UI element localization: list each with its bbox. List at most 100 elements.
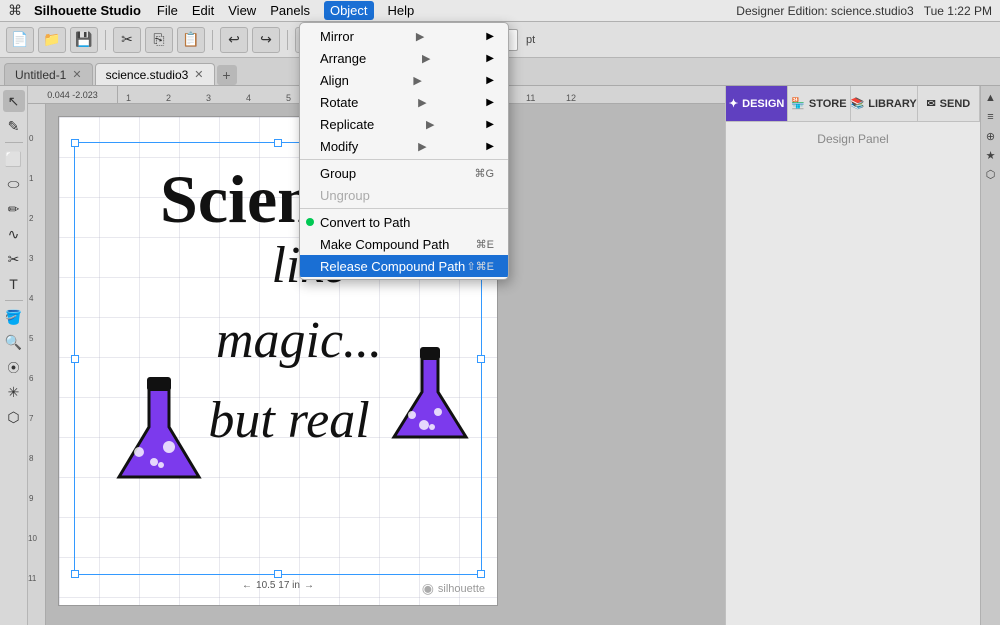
menu-item-modify[interactable]: Modify ▶	[300, 135, 508, 157]
library-tab-label: LIBRARY	[868, 98, 916, 110]
tab-store[interactable]: 🏪 STORE	[788, 86, 850, 121]
menu-item-align[interactable]: Align ▶	[300, 69, 508, 91]
pencil-tool[interactable]: ✏	[3, 198, 25, 220]
menu-object[interactable]: Object	[324, 1, 374, 20]
save-button[interactable]: 💾	[70, 27, 98, 53]
ruler-label-v1: 1	[29, 174, 33, 183]
fill-tool[interactable]: 🪣	[3, 306, 25, 328]
redo-button[interactable]: ↪	[252, 27, 280, 53]
menu-item-group[interactable]: Group ⌘G	[300, 162, 508, 184]
watermark: ◉ silhouette	[422, 580, 485, 597]
menu-label-arrange: Arrange	[320, 51, 366, 66]
title-bar-label: Designer Edition: science.studio3	[736, 4, 913, 18]
menu-item-release-compound[interactable]: Release Compound Path ⇧⌘E	[300, 255, 508, 277]
menu-item-convert[interactable]: Convert to Path	[300, 211, 508, 233]
pattern-tool[interactable]: ✳	[3, 381, 25, 403]
menu-label-ungroup: Ungroup	[320, 188, 370, 203]
curve-tool[interactable]: ∿	[3, 223, 25, 245]
tab-close-science[interactable]: ✕	[194, 68, 203, 81]
coordinates-bar: 0.044 -2.023	[28, 86, 118, 104]
tab-untitled[interactable]: Untitled-1 ✕	[4, 63, 93, 85]
menu-label-align: Align	[320, 73, 349, 88]
right-panel-placeholder: Design Panel	[817, 132, 888, 146]
store-tab-label: STORE	[809, 98, 847, 110]
tab-design[interactable]: ✦ DESIGN	[726, 86, 788, 121]
right-tool-d[interactable]: ★	[983, 147, 999, 163]
menu-item-rotate[interactable]: Rotate ▶	[300, 91, 508, 113]
text-tool[interactable]: T	[3, 273, 25, 295]
menu-panels[interactable]: Panels	[270, 3, 310, 18]
menu-item-ungroup[interactable]: Ungroup	[300, 184, 508, 206]
ruler-label-11: 11	[526, 93, 535, 103]
menu-item-replicate[interactable]: Replicate ▶	[300, 113, 508, 135]
right-tool-b[interactable]: ≡	[983, 109, 999, 125]
unit-label: pt	[526, 34, 535, 46]
menu-edit[interactable]: Edit	[192, 3, 214, 18]
app-name: Silhouette Studio	[34, 3, 141, 18]
convert-dot-icon	[306, 218, 314, 226]
menu-item-make-compound[interactable]: Make Compound Path ⌘E	[300, 233, 508, 255]
select-tool[interactable]: ↖	[3, 90, 25, 112]
ruler-label-v3: 3	[29, 254, 33, 263]
tab-label-untitled: Untitled-1	[15, 68, 66, 82]
ruler-label-v4: 4	[29, 294, 33, 303]
open-button[interactable]: 📁	[38, 27, 66, 53]
tools-separator-2	[5, 300, 23, 301]
menu-item-mirror[interactable]: Mirror ▶	[300, 25, 508, 47]
tab-library[interactable]: 📚 LIBRARY	[851, 86, 918, 121]
menu-label-replicate: Replicate	[320, 117, 374, 132]
menu-section-1: Mirror ▶ Arrange ▶ Align ▶ Rotate ▶ Repl…	[300, 23, 508, 160]
object-dropdown-menu: Mirror ▶ Arrange ▶ Align ▶ Rotate ▶ Repl…	[299, 22, 509, 280]
cut-tool[interactable]: ✂	[3, 248, 25, 270]
tab-send[interactable]: ✉ SEND	[918, 86, 980, 121]
menu-label-make-compound: Make Compound Path	[320, 237, 449, 252]
cut-button[interactable]: ✂	[113, 27, 141, 53]
ruler-label-v2: 2	[29, 214, 33, 223]
svg-text:but real: but real	[208, 392, 369, 449]
menu-section-3: Convert to Path Make Compound Path ⌘E Re…	[300, 209, 508, 279]
menu-label-modify: Modify	[320, 139, 358, 154]
menu-label-mirror: Mirror	[320, 29, 354, 44]
left-toolbar: ↖ ✎ ⬜ ⬭ ✏ ∿ ✂ T 🪣 🔍 ⦿ ✳ ⬡	[0, 86, 28, 625]
new-button[interactable]: 📄	[6, 27, 34, 53]
menu-label-group: Group	[320, 166, 356, 181]
draw-tool[interactable]: ✎	[3, 115, 25, 137]
polygon-tool[interactable]: ⬡	[3, 406, 25, 428]
menu-arrow-replicate: ▶	[426, 118, 434, 131]
toolbar-separator-1	[105, 30, 106, 50]
menu-shortcut-make-compound: ⌘E	[476, 238, 494, 251]
menu-arrow-modify: ▶	[418, 140, 426, 153]
right-tool-a[interactable]: ▲	[983, 90, 999, 106]
apple-logo-icon[interactable]: ⌘	[8, 2, 22, 19]
tools-separator-1	[5, 142, 23, 143]
rectangle-tool[interactable]: ⬜	[3, 148, 25, 170]
menu-shortcut-group: ⌘G	[474, 167, 494, 180]
zoom-tool[interactable]: 🔍	[3, 331, 25, 353]
ruler-label-v6: 6	[29, 374, 33, 383]
menu-view[interactable]: View	[228, 3, 256, 18]
tab-science[interactable]: science.studio3 ✕	[95, 63, 215, 85]
menu-file[interactable]: File	[157, 3, 178, 18]
menu-help[interactable]: Help	[388, 3, 415, 18]
ellipse-tool[interactable]: ⬭	[3, 173, 25, 195]
menu-label-rotate: Rotate	[320, 95, 358, 110]
menu-bar: ⌘ Silhouette Studio File Edit View Panel…	[0, 0, 1000, 22]
dim-arrow-left: ←	[242, 580, 252, 591]
node-tool[interactable]: ⦿	[3, 356, 25, 378]
ruler-label-1: 1	[126, 93, 131, 103]
tab-close-untitled[interactable]: ✕	[72, 68, 81, 81]
right-tool-e[interactable]: ⬡	[983, 166, 999, 182]
right-panel-content: Design Panel	[726, 122, 980, 625]
menu-item-arrange[interactable]: Arrange ▶	[300, 47, 508, 69]
menu-label-convert: Convert to Path	[320, 215, 410, 230]
copy-button[interactable]: ⎘	[145, 27, 173, 53]
undo-button[interactable]: ↩	[220, 27, 248, 53]
toolbar-separator-2	[212, 30, 213, 50]
tab-add-button[interactable]: +	[217, 65, 237, 85]
paste-button[interactable]: 📋	[177, 27, 205, 53]
ruler-label-3: 3	[206, 93, 211, 103]
ruler-label-4: 4	[246, 93, 251, 103]
right-tool-c[interactable]: ⊕	[983, 128, 999, 144]
right-tab-bar: ✦ DESIGN 🏪 STORE 📚 LIBRARY ✉ SEND	[726, 86, 980, 122]
menu-shortcut-release-compound: ⇧⌘E	[466, 260, 494, 273]
